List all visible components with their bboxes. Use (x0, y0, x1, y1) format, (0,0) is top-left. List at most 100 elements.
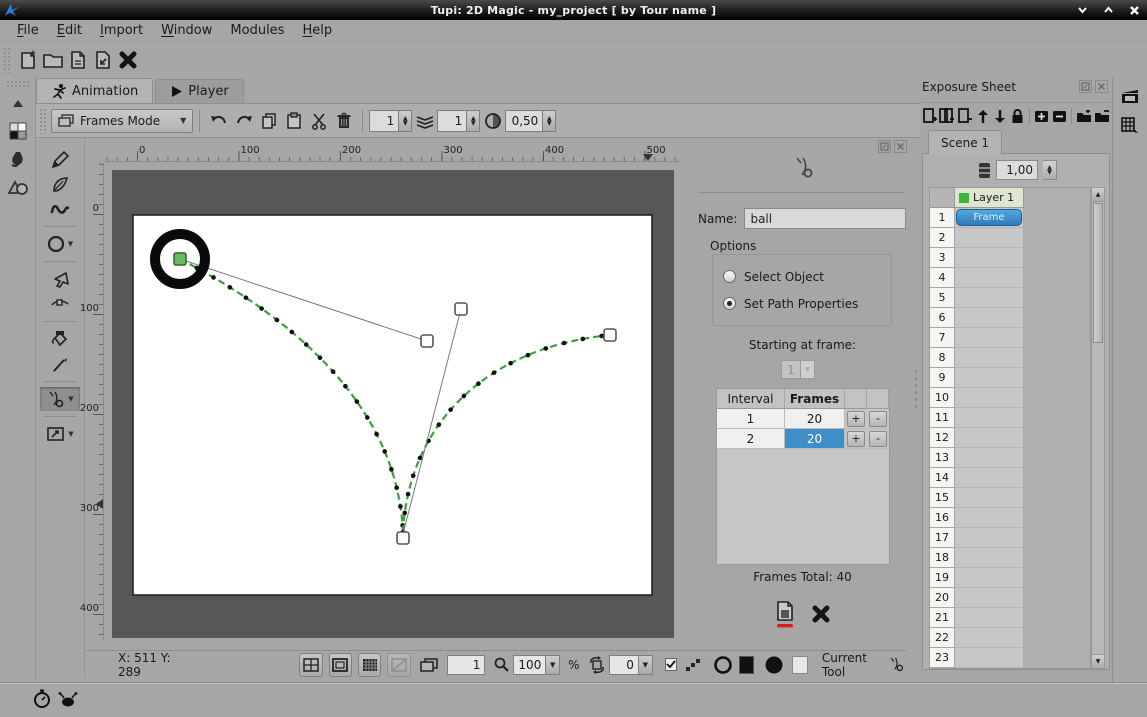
tween-tool[interactable]: ▼ (40, 387, 80, 411)
ink-bottle-button[interactable] (5, 147, 31, 171)
frame-cell[interactable] (955, 488, 1024, 508)
move-frame-up-button[interactable] (975, 107, 990, 125)
frames-cell[interactable]: 20 (785, 409, 845, 429)
apply-tween-button[interactable] (774, 600, 796, 628)
chevron-down-icon[interactable]: ▼ (68, 395, 73, 403)
rotation-dropdown[interactable]: ▼ (638, 654, 653, 675)
fill-color-swatch[interactable] (738, 655, 755, 674)
radio-icon[interactable] (723, 297, 736, 310)
drawing-canvas[interactable] (112, 170, 674, 638)
frame-number[interactable]: 11 (930, 408, 955, 428)
onion-frames-spinbox[interactable]: 1 ▲ ▼ (437, 109, 481, 132)
layer-header[interactable]: Layer 1 (955, 188, 1024, 208)
radio-select-object[interactable]: Select Object (723, 270, 881, 284)
scroll-down-button[interactable]: ▼ (1092, 654, 1104, 668)
scroll-thumb[interactable] (1093, 203, 1103, 343)
selection-tool[interactable] (40, 267, 80, 291)
frame-number[interactable]: 10 (930, 388, 955, 408)
current-frame-spinbox[interactable]: 1 ▲ ▼ (369, 109, 413, 132)
minus-frames-button[interactable]: - (869, 430, 887, 447)
menu-import[interactable]: Import (91, 21, 152, 40)
import-project-button[interactable] (90, 47, 115, 74)
frame-number[interactable]: 17 (930, 528, 955, 548)
close-project-button[interactable] (115, 47, 140, 74)
antialias-checkbox[interactable] (664, 658, 677, 671)
add-scene-button[interactable] (1076, 107, 1092, 125)
frame-number[interactable]: 19 (930, 568, 955, 588)
rotation-field[interactable]: 0 (608, 654, 639, 675)
chevron-down-icon[interactable]: ▼ (68, 240, 73, 248)
new-project-button[interactable] (15, 47, 40, 74)
frame-cell[interactable] (955, 548, 1024, 568)
plus-frames-button[interactable]: + (847, 430, 865, 447)
frame-cell[interactable] (955, 608, 1024, 628)
path-control-handle[interactable] (454, 302, 468, 316)
frame-cell[interactable] (955, 588, 1024, 608)
current-frame-value[interactable]: 1 (369, 109, 400, 132)
minimize-button[interactable] (1075, 3, 1089, 17)
frames-cell[interactable]: 20 (785, 429, 845, 449)
panel-splitter[interactable] (913, 368, 919, 408)
path-control-handle[interactable] (420, 334, 434, 348)
frame-number[interactable]: 16 (930, 508, 955, 528)
frame-cell[interactable] (955, 388, 1024, 408)
zoom-dropdown[interactable]: ▼ (546, 654, 561, 675)
close-panel-button[interactable] (894, 140, 907, 153)
frame-cell[interactable] (955, 568, 1024, 588)
frame-cell[interactable] (955, 368, 1024, 388)
plus-frames-button[interactable]: + (847, 410, 865, 427)
frame-number[interactable]: 2 (930, 228, 955, 248)
close-button[interactable] (1127, 3, 1141, 17)
radio-icon[interactable] (723, 270, 736, 283)
frame-number[interactable]: 18 (930, 548, 955, 568)
frame-cell[interactable] (955, 408, 1024, 428)
shapes-button[interactable] (5, 175, 31, 199)
exposure-scrollbar[interactable]: ▲ ▼ (1091, 187, 1105, 669)
spin-arrows[interactable]: ▲ ▼ (1043, 160, 1057, 180)
canvas-area[interactable] (112, 170, 674, 638)
frame-number[interactable]: 9 (930, 368, 955, 388)
frame-number[interactable]: 12 (930, 428, 955, 448)
mode-select[interactable]: Frames Mode ▼ (51, 108, 194, 133)
path-control-handle[interactable] (396, 531, 410, 545)
frame-cell[interactable] (955, 648, 1024, 668)
onion-frames-value[interactable]: 1 (437, 109, 468, 132)
opacity-spinbox[interactable]: 0,50 ▲ ▼ (505, 109, 557, 132)
frame-number[interactable]: 13 (930, 448, 955, 468)
frame-cell[interactable] (955, 248, 1024, 268)
add-layer-button[interactable] (1034, 107, 1049, 125)
maximize-button[interactable] (1101, 3, 1115, 17)
frame-cell[interactable] (955, 228, 1024, 248)
ink-pen-tool[interactable] (40, 172, 80, 196)
background-swatch[interactable] (792, 655, 808, 674)
menu-help[interactable]: Help (293, 21, 341, 40)
frame-cell[interactable] (955, 628, 1024, 648)
frame-number[interactable]: 6 (930, 308, 955, 328)
frame-number-field[interactable]: 1 (446, 654, 486, 675)
move-frame-down-button[interactable] (992, 107, 1007, 125)
scenes-manager-button[interactable] (1117, 84, 1143, 108)
frame-number[interactable]: 8 (930, 348, 955, 368)
brush-tool[interactable] (40, 352, 80, 376)
opacity-value[interactable]: 0,50 (505, 109, 544, 132)
interval-cell[interactable]: 1 (717, 409, 785, 429)
undo-button[interactable] (206, 107, 231, 134)
insert-frames-button[interactable] (939, 107, 955, 125)
menu-file[interactable]: File (8, 21, 48, 40)
outline-color-button[interactable] (713, 655, 733, 675)
show-border-grid-button[interactable] (328, 652, 352, 677)
palette-button[interactable] (5, 119, 31, 143)
spin-arrows[interactable]: ▲ ▼ (399, 109, 413, 132)
frame-cell[interactable] (955, 348, 1024, 368)
tab-animation[interactable]: Animation (36, 78, 154, 103)
float-panel-button[interactable] (878, 140, 891, 153)
frame-cell[interactable] (955, 468, 1024, 488)
remove-layer-button[interactable] (1052, 107, 1067, 125)
tween-name-input[interactable] (744, 208, 907, 229)
fill-bucket-tool[interactable] (40, 327, 80, 351)
node-edit-tool[interactable] (40, 292, 80, 316)
open-project-button[interactable] (40, 47, 65, 74)
frame-cell[interactable] (955, 508, 1024, 528)
float-panel-button[interactable] (1079, 80, 1092, 93)
frame-cell[interactable] (955, 308, 1024, 328)
